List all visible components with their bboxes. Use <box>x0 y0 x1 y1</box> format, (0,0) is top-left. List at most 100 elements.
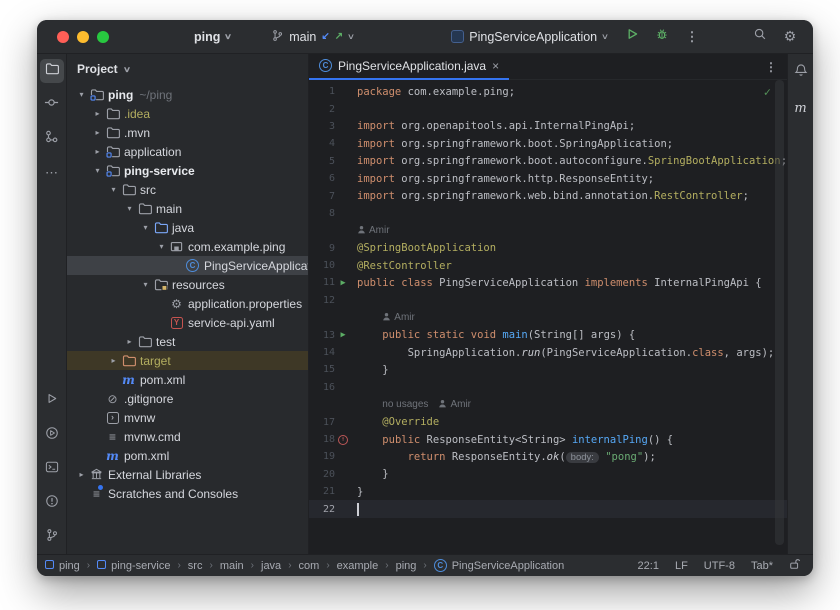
tree-open-chevron-icon[interactable]: ▾ <box>107 185 120 194</box>
tree-item-src[interactable]: ▾src <box>67 180 308 199</box>
code-author-hint[interactable]: Amir <box>382 312 415 324</box>
tree-open-chevron-icon[interactable]: ▾ <box>155 242 168 251</box>
folder-icon <box>104 107 121 120</box>
editor-scrollbar[interactable] <box>775 80 784 545</box>
services-tool-window-button[interactable] <box>40 423 64 447</box>
usages-hint[interactable]: no usages <box>382 399 428 410</box>
line-number: 10 <box>309 260 335 271</box>
inlay-hint-row: Amir <box>309 309 787 326</box>
run-button[interactable] <box>619 25 645 49</box>
tree-item-ping-service[interactable]: ▾ping-service <box>67 161 308 180</box>
tree-item-pom-xml[interactable]: mpom.xml <box>67 446 308 465</box>
code-line-9: 9@SpringBootApplication <box>309 240 787 257</box>
line-ending[interactable]: LF <box>675 560 688 572</box>
tree-open-chevron-icon[interactable]: ▾ <box>91 166 104 175</box>
tree-item-mvnw[interactable]: ›mvnw <box>67 408 308 427</box>
tree-open-chevron-icon[interactable]: ▾ <box>139 280 152 289</box>
more-tool-windows-button[interactable]: ⋯ <box>40 161 64 185</box>
breadcrumb-item-example[interactable]: example <box>337 560 379 572</box>
minimize-window-button[interactable] <box>77 31 89 43</box>
project-panel-header[interactable]: Project ∨ <box>67 54 308 84</box>
caret-position[interactable]: 22:1 <box>638 560 659 572</box>
tree-closed-chevron-icon[interactable]: ▸ <box>123 337 136 346</box>
notifications-button[interactable] <box>789 60 813 84</box>
vcs-tool-window-button[interactable] <box>40 525 64 549</box>
project-tool-window: Project ∨ ▾ping~/ping▸.idea▸.mvn▸applica… <box>67 54 309 554</box>
tree-item-pom-xml[interactable]: mpom.xml <box>67 370 308 389</box>
unlocked-padlock-icon[interactable] <box>789 558 801 573</box>
maven-tool-window-button[interactable]: m <box>789 96 813 120</box>
tree-closed-chevron-icon[interactable]: ▸ <box>107 356 120 365</box>
editor-tab-pingserviceapplication[interactable]: C PingServiceApplication.java × <box>309 54 509 80</box>
code-line-3: 3import org.openapitools.api.InternalPin… <box>309 118 787 135</box>
project-widget[interactable]: ping ∨ <box>187 27 238 47</box>
tree-closed-chevron-icon[interactable]: ▸ <box>91 109 104 118</box>
breadcrumb-item-com[interactable]: com <box>299 560 320 572</box>
structure-tool-window-button[interactable] <box>40 127 64 151</box>
tree-open-chevron-icon[interactable]: ▾ <box>139 223 152 232</box>
tab-options-kebab-icon[interactable]: ⋮ <box>759 60 783 74</box>
line-number: 21 <box>309 486 335 497</box>
tree-item-pingserviceapplication[interactable]: CPingServiceApplication <box>67 256 308 275</box>
tree-item-idea[interactable]: ▸.idea <box>67 104 308 123</box>
zoom-window-button[interactable] <box>97 31 109 43</box>
close-window-button[interactable] <box>57 31 69 43</box>
code-author-hint[interactable]: Amir <box>357 225 390 237</box>
settings-button[interactable]: ⚙ <box>777 25 803 49</box>
tree-item-com-example-ping[interactable]: ▾com.example.ping <box>67 237 308 256</box>
commit-tool-window-button[interactable] <box>40 93 64 117</box>
tree-item-application[interactable]: ▸application <box>67 142 308 161</box>
indent-style[interactable]: Tab* <box>751 560 773 572</box>
problems-tool-window-button[interactable] <box>40 491 64 515</box>
tree-closed-chevron-icon[interactable]: ▸ <box>91 128 104 137</box>
code-line-16: 16 <box>309 379 787 396</box>
line-number: 8 <box>309 208 335 219</box>
project-tool-window-button[interactable] <box>40 59 64 83</box>
tree-open-chevron-icon[interactable]: ▾ <box>75 90 88 99</box>
run-line-icon[interactable]: ▶ <box>340 330 345 340</box>
file-encoding[interactable]: UTF-8 <box>704 560 735 572</box>
tree-closed-chevron-icon[interactable]: ▸ <box>75 470 88 479</box>
tree-open-chevron-icon[interactable]: ▾ <box>123 204 136 213</box>
tree-item-service-api-yaml[interactable]: Yservice-api.yaml <box>67 313 308 332</box>
gutter: 17 <box>309 417 357 428</box>
breadcrumb-item-main[interactable]: main <box>220 560 244 572</box>
tree-item-application-properties[interactable]: ⚙application.properties <box>67 294 308 313</box>
breadcrumb-item-pingserviceapplication[interactable]: CPingServiceApplication <box>434 559 565 573</box>
tree-item-resources[interactable]: ▾resources <box>67 275 308 294</box>
tree-item-test[interactable]: ▸test <box>67 332 308 351</box>
breadcrumb-item-ping[interactable]: ping <box>396 560 417 572</box>
breadcrumb-item-ping[interactable]: ping <box>45 560 80 572</box>
search-everywhere-button[interactable] <box>747 25 773 49</box>
code-editor[interactable]: ✓ 1package com.example.ping;23import org… <box>309 80 787 554</box>
tree-item-mvnw-cmd[interactable]: ≡mvnw.cmd <box>67 427 308 446</box>
tree-item-ping[interactable]: ▾ping~/ping <box>67 85 308 104</box>
tree-closed-chevron-icon[interactable]: ▸ <box>91 147 104 156</box>
more-icon: ⋯ <box>45 165 58 181</box>
terminal-tool-window-button[interactable] <box>40 457 64 481</box>
tree-item-mvn[interactable]: ▸.mvn <box>67 123 308 142</box>
folder-icon <box>136 202 153 215</box>
run-tool-window-button[interactable] <box>40 389 64 413</box>
git-branch-icon <box>45 528 59 547</box>
breadcrumb-item-ping-service[interactable]: ping-service <box>97 560 170 572</box>
debug-button[interactable] <box>649 25 675 49</box>
tree-item-external-libraries[interactable]: ▸External Libraries <box>67 465 308 484</box>
tree-item-target[interactable]: ▸target <box>67 351 308 370</box>
tree-item-gitignore[interactable]: ⊘.gitignore <box>67 389 308 408</box>
tree-item-java[interactable]: ▾java <box>67 218 308 237</box>
breadcrumb-item-src[interactable]: src <box>188 560 203 572</box>
run-line-icon[interactable]: ▶ <box>340 278 345 288</box>
overrides-method-icon[interactable]: ↑ <box>338 435 348 445</box>
more-actions-button[interactable]: ⋮ <box>679 25 705 49</box>
code-author-hint[interactable]: Amir <box>438 399 471 411</box>
inspection-ok-icon[interactable]: ✓ <box>764 85 771 99</box>
close-tab-icon[interactable]: × <box>492 59 499 73</box>
tree-item-main[interactable]: ▾main <box>67 199 308 218</box>
breadcrumb-item-java[interactable]: java <box>261 560 281 572</box>
breadcrumb-separator: › <box>288 560 291 571</box>
tree-item-scratches-and-consoles[interactable]: ≡Scratches and Consoles <box>67 484 308 503</box>
author-icon <box>357 225 366 237</box>
run-configuration-selector[interactable]: PingServiceApplication ∨ <box>444 27 615 47</box>
vcs-branch-widget[interactable]: main ↙ ↗ ∨ <box>264 26 361 48</box>
